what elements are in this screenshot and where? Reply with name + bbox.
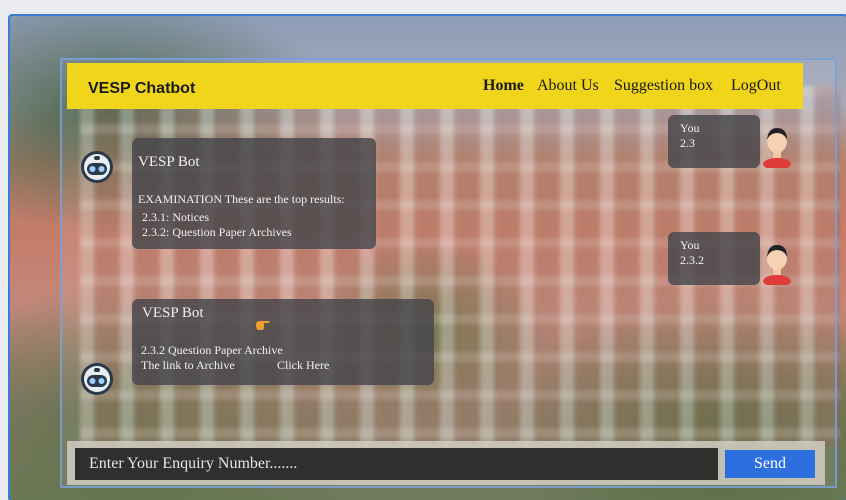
user-message-text: 2.3 bbox=[680, 136, 695, 150]
send-button[interactable]: Send bbox=[725, 450, 815, 478]
user-message: You 2.3.2 bbox=[668, 232, 760, 285]
pointing-hand-icon bbox=[256, 321, 270, 330]
bot-message: VESP Bot EXAMINATION These are the top r… bbox=[132, 138, 376, 249]
nav-logout[interactable]: LogOut bbox=[731, 77, 781, 95]
app-window: VESP Chatbot Home About Us Suggestion bo… bbox=[0, 0, 846, 500]
nav-about-us[interactable]: About Us bbox=[537, 77, 599, 95]
nav-suggestion-box[interactable]: Suggestion box bbox=[614, 77, 713, 95]
user-avatar-icon bbox=[763, 128, 791, 168]
nav-home[interactable]: Home bbox=[483, 77, 524, 95]
bot-avatar-icon bbox=[81, 151, 113, 183]
bot-message-line: 2.3.2 Question Paper Archive bbox=[141, 343, 283, 357]
user-sender-label: You bbox=[680, 238, 700, 252]
bot-sender-label: VESP Bot bbox=[142, 305, 204, 321]
archive-link[interactable]: Click Here bbox=[277, 358, 329, 373]
user-sender-label: You bbox=[680, 121, 700, 135]
bot-result-item[interactable]: 2.3.1: Notices bbox=[142, 210, 209, 225]
bot-sender-label: VESP Bot bbox=[138, 154, 200, 170]
bot-message-line: The link to Archive bbox=[141, 358, 235, 372]
bot-message: VESP Bot 2.3.2 Question Paper Archive Th… bbox=[132, 299, 434, 385]
user-message: You 2.3 bbox=[668, 115, 760, 168]
user-message-text: 2.3.2 bbox=[680, 253, 704, 267]
user-avatar-icon bbox=[763, 245, 791, 285]
bot-message-heading: EXAMINATION These are the top results: bbox=[138, 192, 345, 206]
bot-avatar-icon bbox=[81, 363, 113, 395]
brand-title: VESP Chatbot bbox=[88, 80, 196, 97]
enquiry-number-input[interactable] bbox=[75, 448, 718, 480]
bot-result-item[interactable]: 2.3.2: Question Paper Archives bbox=[142, 225, 292, 240]
